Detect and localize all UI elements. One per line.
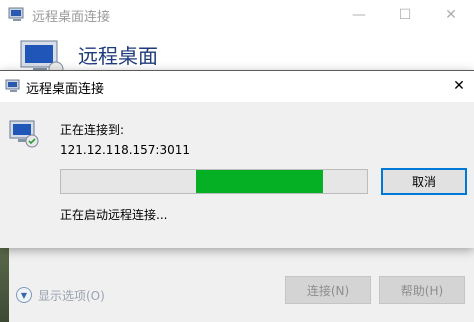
show-options-label: 显示选项(O) [38,288,105,303]
remote-address: 121.12.118.157:3011 [60,143,191,157]
help-button[interactable]: 帮助(H) [379,276,465,304]
maximize-icon[interactable]: ☐ [382,0,428,31]
background-lower-panel: ▼ 显示选项(O) 连接(N) 帮助(H) [0,247,474,322]
status-text: 正在启动远程连接... [60,208,168,222]
dialog-titlebar: 远程桌面连接 ✕ [0,71,474,102]
close-icon[interactable]: ✕ [444,71,474,102]
show-options-toggle[interactable]: ▼ 显示选项(O) [16,287,105,303]
background-titlebar: 远程桌面连接 — ☐ ✕ [0,0,474,31]
progress-bar [60,169,368,194]
progress-bar-fill [195,170,323,193]
close-icon[interactable]: ✕ [428,0,474,31]
connect-button[interactable]: 连接(N) [285,276,371,304]
remote-desktop-icon [8,7,24,21]
minimize-icon[interactable]: — [336,0,382,31]
chevron-down-icon: ▼ [16,287,32,303]
background-window-title: 远程桌面连接 [32,10,111,25]
connecting-dialog: 远程桌面连接 ✕ 正在连接到: 121.12.118.157:3011 取消 正… [0,70,474,248]
background-header: 远程桌面 [0,31,474,77]
cancel-button[interactable]: 取消 [381,168,467,195]
remote-desktop-icon [9,120,39,148]
dialog-title: 远程桌面连接 [26,82,105,97]
status-heading: 正在连接到: [60,123,125,137]
background-heading: 远程桌面 [78,44,158,68]
remote-desktop-icon [5,79,20,92]
dialog-body: 正在连接到: 121.12.118.157:3011 取消 正在启动远程连接..… [0,102,474,248]
wallpaper-strip [0,247,9,322]
